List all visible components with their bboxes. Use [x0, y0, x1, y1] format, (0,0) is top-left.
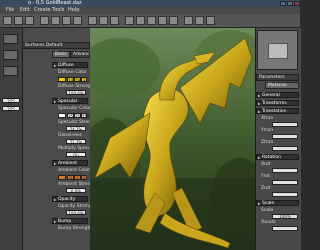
- zrot-slider[interactable]: [272, 192, 298, 197]
- scale-field[interactable]: 100%: [272, 214, 298, 219]
- specular-swatch[interactable]: [58, 113, 66, 118]
- ambient-g-field[interactable]: 0: [74, 175, 81, 181]
- section-diffuse[interactable]: Diffuse: [52, 62, 88, 68]
- ambient-swatch[interactable]: [58, 175, 66, 180]
- menu-help[interactable]: Help: [68, 7, 79, 14]
- ambient-r-field[interactable]: 0: [67, 175, 74, 181]
- section-ambient[interactable]: Ambient: [52, 160, 88, 166]
- maximize-button[interactable]: [287, 1, 293, 6]
- scale-tool-icon[interactable]: [73, 16, 82, 25]
- section-bump[interactable]: Bump: [52, 218, 88, 224]
- zrot-label: Zrot: [261, 186, 271, 191]
- main-toolbar: [0, 14, 300, 28]
- 3d-viewport[interactable]: [90, 28, 255, 250]
- xrot-slider[interactable]: [272, 168, 298, 173]
- cube-icon: [268, 43, 288, 59]
- tab-advanced[interactable]: Advanced: [70, 51, 95, 58]
- menu-bar: File Edit Create Tools Help: [0, 7, 300, 14]
- grid-icon[interactable]: [125, 16, 134, 25]
- ytran-slider[interactable]: [272, 134, 298, 139]
- section-opacity[interactable]: Opacity: [52, 196, 88, 202]
- pan-icon[interactable]: [147, 16, 156, 25]
- menu-file[interactable]: File: [6, 7, 14, 14]
- ztran-label: Ztran: [261, 140, 274, 145]
- menu-create[interactable]: Create: [34, 7, 51, 14]
- camera-icon[interactable]: [88, 16, 97, 25]
- ztran-slider[interactable]: [272, 146, 298, 151]
- new-scene-icon[interactable]: [3, 16, 12, 25]
- diffuse-color-label: Diffuse Color: [58, 70, 87, 75]
- preview-thumbnail: [257, 30, 298, 70]
- glossiness-field[interactable]: 71.7%: [66, 139, 86, 145]
- window-title: o - 0,5 GoldBeast.daz: [28, 0, 82, 6]
- move-tool-icon[interactable]: [51, 16, 60, 25]
- col1-value-field[interactable]: 255: [2, 98, 20, 104]
- save-icon[interactable]: [25, 16, 34, 25]
- shaded-icon[interactable]: [206, 16, 215, 25]
- ambient-color-label: Ambient Color: [58, 168, 91, 173]
- tab-parameters[interactable]: Malacon: [265, 82, 299, 89]
- wireframe-icon[interactable]: [195, 16, 204, 25]
- col1-value-field[interactable]: 255: [2, 106, 20, 112]
- xtran-label: Xtran: [261, 116, 274, 121]
- diffuse-b-field[interactable]: 3: [81, 77, 87, 83]
- view-icon[interactable]: [136, 16, 145, 25]
- xrot-label: Xrot: [261, 162, 271, 167]
- ambient-b-field[interactable]: 0: [81, 175, 87, 181]
- select-tool-icon[interactable]: [40, 16, 49, 25]
- section-specular[interactable]: Specular: [52, 98, 88, 104]
- zoom-icon[interactable]: [169, 16, 178, 25]
- specular-r-field[interactable]: 255: [67, 113, 76, 119]
- opacity-strength-field[interactable]: 100.0%: [66, 210, 86, 216]
- orbit-icon[interactable]: [158, 16, 167, 25]
- section-transforms[interactable]: Transforms: [256, 100, 299, 106]
- menu-tools[interactable]: Tools: [52, 7, 64, 14]
- open-icon[interactable]: [14, 16, 23, 25]
- section-general[interactable]: General: [256, 92, 299, 98]
- viewport-render: [90, 28, 255, 250]
- ambient-strength-field[interactable]: 0.0%: [66, 188, 86, 194]
- diffuse-r-field[interactable]: 244: [67, 77, 76, 83]
- yrot-slider[interactable]: [272, 180, 298, 185]
- light-icon[interactable]: [99, 16, 108, 25]
- section-rotation[interactable]: Rotation: [256, 154, 299, 160]
- parameters-header: Parameters: [256, 74, 299, 81]
- rotate-tool-icon[interactable]: [62, 16, 71, 25]
- surfaces-header: Surfaces Default: [22, 42, 90, 49]
- close-button[interactable]: [294, 1, 300, 6]
- thumbnail-icon[interactable]: [3, 50, 18, 60]
- menu-edit[interactable]: Edit: [20, 7, 30, 14]
- specular-g-field[interactable]: 255: [74, 113, 83, 119]
- diffuse-strength-field[interactable]: 100.0%: [66, 90, 86, 96]
- window-title-bar: o - 0,5 GoldBeast.daz: [0, 0, 300, 7]
- thumbnail-icon[interactable]: [3, 34, 18, 44]
- specular-strength-field[interactable]: 74.7%: [66, 126, 86, 132]
- render-icon[interactable]: [110, 16, 119, 25]
- bump-strength-label: Bump Strength: [58, 226, 93, 231]
- specular-b-field[interactable]: 255: [81, 113, 90, 119]
- minimize-button[interactable]: [280, 1, 286, 6]
- section-translation[interactable]: Translation: [256, 108, 299, 114]
- section-scale[interactable]: Scale: [256, 200, 299, 206]
- thumbnail-icon[interactable]: [3, 66, 18, 76]
- diffuse-swatch[interactable]: [58, 77, 66, 82]
- yrot-label: Yrot: [261, 174, 271, 179]
- xscale-label: Xscale: [261, 220, 276, 225]
- tab-basic[interactable]: Basic: [52, 51, 70, 58]
- content-column: [0, 28, 23, 250]
- glossiness-label: Glossiness: [58, 133, 82, 138]
- ytran-label: Ytran: [261, 128, 273, 133]
- xtran-slider[interactable]: [272, 122, 298, 127]
- frame-icon[interactable]: [184, 16, 193, 25]
- multiply-specular-toggle[interactable]: On: [66, 152, 86, 158]
- diffuse-g-field[interactable]: 199: [74, 77, 83, 83]
- specular-color-label: Specular Color: [58, 106, 91, 111]
- scale-label: Scale: [261, 208, 274, 213]
- xscale-slider[interactable]: [272, 226, 298, 231]
